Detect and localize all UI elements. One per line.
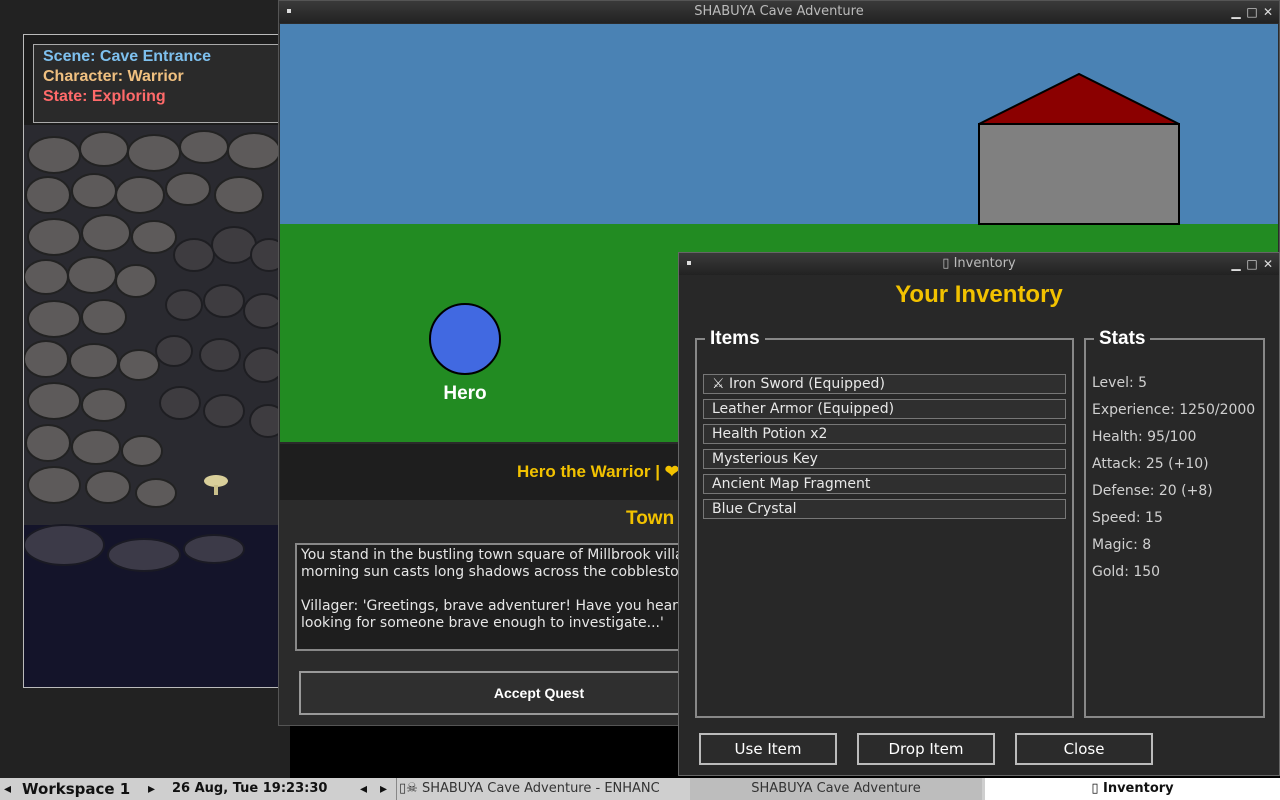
hero-avatar <box>429 303 501 375</box>
task-next-icon[interactable]: ▸ <box>380 778 390 800</box>
stat-magic: Magic: 8 <box>1092 537 1152 553</box>
hero-label: Hero <box>443 383 486 404</box>
inventory-window: ▯ Inventory ▁ □ ✕ Your Inventory Items ⚔… <box>678 252 1280 776</box>
task-prev-icon[interactable]: ◂ <box>360 778 370 800</box>
cave-viewport <box>23 34 287 688</box>
stat-gold: Gold: 150 <box>1092 564 1161 580</box>
main-titlebar[interactable]: SHABUYA Cave Adventure ▁ □ ✕ <box>279 1 1279 23</box>
workspace-prev-icon[interactable]: ◂ <box>4 778 14 800</box>
close-button[interactable]: Close <box>1015 733 1153 765</box>
minimize-icon[interactable]: ▁ <box>1229 257 1243 271</box>
stat-defense: Defense: 20 (+8) <box>1092 483 1213 499</box>
cave-scene-image <box>24 125 286 687</box>
stat-speed: Speed: 15 <box>1092 510 1163 526</box>
maximize-icon[interactable]: □ <box>1245 257 1259 271</box>
state-label: State: Exploring <box>43 88 166 105</box>
inventory-titlebar[interactable]: ▯ Inventory ▁ □ ✕ <box>679 253 1279 275</box>
close-icon[interactable]: ✕ <box>1261 257 1275 271</box>
window-menu-icon[interactable] <box>687 261 691 265</box>
inventory-item[interactable]: Health Potion x2 <box>703 424 1066 444</box>
items-legend: Items <box>710 328 760 349</box>
taskbar: ◂ Workspace 1 ▸ 26 Aug, Tue 19:23:30 ◂ ▸… <box>0 778 1280 800</box>
house-wall <box>978 123 1180 225</box>
inventory-item[interactable]: Blue Crystal <box>703 499 1066 519</box>
inventory-item[interactable]: ⚔ Iron Sword (Equipped) <box>703 374 1066 394</box>
items-panel: Items ⚔ Iron Sword (Equipped) Leather Ar… <box>695 328 1074 718</box>
main-window-title: SHABUYA Cave Adventure <box>694 4 864 19</box>
inventory-heading: Your Inventory <box>895 281 1063 308</box>
scene-info-panel: Scene: Cave Entrance Character: Warrior … <box>33 44 283 123</box>
cave-window: Scene: Cave Entrance Character: Warrior … <box>0 0 290 778</box>
scene-label: Scene: Cave Entrance <box>43 48 212 65</box>
stat-experience: Experience: 1250/2000 <box>1092 402 1256 418</box>
use-item-button[interactable]: Use Item <box>699 733 837 765</box>
task-cave-adventure-enhanced[interactable]: ▯☠ SHABUYA Cave Adventure - ENHANC <box>396 778 689 800</box>
stat-health: Health: 95/100 <box>1092 429 1197 445</box>
window-menu-icon[interactable] <box>287 9 291 13</box>
inventory-item[interactable]: Ancient Map Fragment <box>703 474 1066 494</box>
inventory-item[interactable]: Leather Armor (Equipped) <box>703 399 1066 419</box>
stats-legend: Stats <box>1099 328 1146 349</box>
inventory-item[interactable]: Mysterious Key <box>703 449 1066 469</box>
clock: 26 Aug, Tue 19:23:30 <box>172 781 328 796</box>
task-cave-adventure[interactable]: SHABUYA Cave Adventure <box>690 778 982 800</box>
drop-item-button[interactable]: Drop Item <box>857 733 995 765</box>
maximize-icon[interactable]: □ <box>1245 5 1259 19</box>
stat-level: Level: 5 <box>1092 375 1148 391</box>
task-inventory[interactable]: ▯ Inventory <box>985 778 1280 800</box>
stat-attack: Attack: 25 (+10) <box>1092 456 1209 472</box>
character-label: Character: Warrior <box>43 68 184 85</box>
inventory-window-title: ▯ Inventory <box>942 256 1016 271</box>
workspace-label[interactable]: Workspace 1 <box>22 778 150 800</box>
workspace-next-icon[interactable]: ▸ <box>148 778 158 800</box>
minimize-icon[interactable]: ▁ <box>1229 5 1243 19</box>
close-icon[interactable]: ✕ <box>1261 5 1275 19</box>
stats-panel: Stats Level: 5 Experience: 1250/2000 Hea… <box>1084 328 1265 718</box>
